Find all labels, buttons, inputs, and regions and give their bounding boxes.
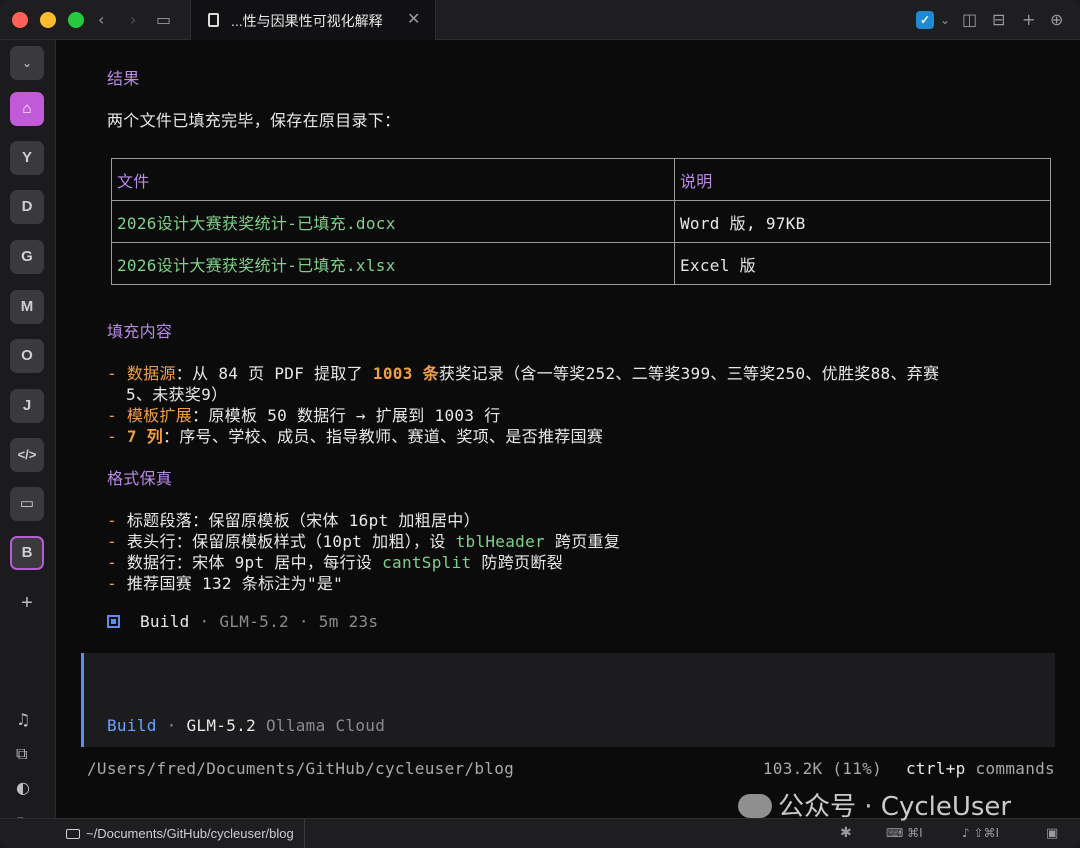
fill-heading: 填充内容 (107, 322, 173, 341)
code-icon[interactable]: </> (10, 438, 44, 472)
working-directory: /Users/fred/Documents/GitHub/cycleuser/b… (87, 759, 515, 778)
separator: · (166, 716, 177, 735)
home-icon[interactable]: ⌂ (10, 92, 44, 126)
folder-icon (66, 829, 80, 839)
separator: · (199, 612, 210, 631)
status-right: 103.2K (11%) ctrl+p commands (763, 759, 1055, 778)
result-text: 两个文件已填充完毕，保存在原目录下： (107, 111, 401, 130)
command-shortcut-label: commands (975, 759, 1055, 778)
chip-icon[interactable]: ▣ (1046, 819, 1058, 848)
bug-icon[interactable]: ✱ (840, 819, 852, 848)
files-table: 文件 说明 2026设计大赛获奖统计-已填充.docx Word 版, 97KB… (111, 158, 1051, 285)
build-summary: Build · GLM-5.2 · 5m 23s (107, 612, 378, 631)
sidebar-item-b[interactable]: B (10, 536, 44, 570)
folder-icon[interactable]: ▭ (10, 487, 44, 521)
token-usage: 103.2K (11%) (762, 759, 883, 778)
tab-title: ...性与因果性可视化解释 (231, 13, 383, 29)
build-duration: 5m 23s (318, 612, 379, 631)
minimize-window-button[interactable] (40, 12, 56, 28)
build-status-icon (107, 615, 120, 628)
file-link[interactable]: 2026设计大赛获奖统计-已填充.xlsx (111, 242, 675, 285)
input-mode-line: Build · GLM-5.2 Ollama Cloud (107, 716, 385, 735)
sidebar-item-d[interactable]: D (10, 190, 44, 224)
table-header-file: 文件 (111, 158, 675, 201)
wechat-icon (738, 794, 772, 818)
globe-icon[interactable]: ⊕ (1050, 10, 1063, 30)
new-tab-icon[interactable]: + (1022, 10, 1035, 30)
close-tab-icon[interactable]: ✕ (407, 9, 420, 29)
title-bar: ‹ › ▭ ...性与因果性可视化解释 ✕ ✓ ⌄ ◫ ⊟ + ⊕ (0, 0, 1080, 40)
input-mode[interactable]: Build (107, 716, 157, 735)
table-header-row: 文件 说明 (111, 158, 1051, 201)
table-header-desc: 说明 (674, 158, 1051, 201)
bullet-text: 推荐国赛 132 条标注为"是" (126, 574, 344, 593)
keyboard-shortcut[interactable]: ⌨ ⌘I (886, 819, 923, 848)
split-horizontal-icon[interactable]: ⊟ (992, 10, 1005, 30)
list-item: - 推荐国赛 132 条标注为"是" (107, 574, 344, 593)
extension-icon[interactable]: ⧉ (16, 744, 27, 764)
input-model[interactable]: GLM-5.2 (186, 716, 256, 735)
chevron-down-icon[interactable]: ⌄ (940, 10, 950, 30)
sidebar-toggle-icon[interactable]: ▭ (156, 10, 171, 30)
mic-shortcut-text: ⇧⌘I (973, 826, 1000, 840)
bell-icon[interactable]: ♫ (16, 710, 30, 729)
forward-icon[interactable]: › (130, 10, 136, 30)
sidebar-item-j[interactable]: J (10, 389, 44, 423)
sidebar-item-y[interactable]: Y (10, 141, 44, 175)
bullet-text: 防跨页断裂 (471, 553, 563, 572)
document-icon (208, 13, 219, 27)
watermark: 公众号 · CycleUser (738, 786, 1011, 823)
list-item: - 7 列：序号、学校、成员、指导教师、赛道、奖项、是否推荐国赛 (107, 427, 604, 446)
prompt-input[interactable]: Build · GLM-5.2 Ollama Cloud (81, 653, 1055, 747)
input-provider: Ollama Cloud (265, 716, 386, 735)
tab-active[interactable]: ...性与因果性可视化解释 ✕ (190, 0, 436, 40)
format-heading: 格式保真 (107, 469, 173, 488)
list-item: - 数据源：从 84 页 PDF 提取了 1003 条获奖记录（含一等奖252、… (107, 364, 940, 383)
watermark-text: 公众号 · CycleUser (778, 792, 1012, 822)
sidebar-item-o[interactable]: O (10, 339, 44, 373)
result-heading: 结果 (107, 69, 140, 88)
record-count: 1003 条 (372, 364, 439, 383)
app-window: ‹ › ▭ ...性与因果性可视化解释 ✕ ✓ ⌄ ◫ ⊟ + ⊕ ⌄ ⌂ Y … (0, 0, 1080, 848)
palette-icon[interactable]: ◐ (16, 778, 30, 797)
collapse-chevron-icon[interactable]: ⌄ (10, 46, 44, 80)
code-span: cantSplit (382, 553, 472, 572)
bullet-key: 7 列 (126, 427, 164, 446)
split-vertical-icon[interactable]: ◫ (962, 10, 977, 30)
mic-shortcut[interactable]: ♪ ⇧⌘I (962, 819, 999, 848)
bullet-text: ：序号、学校、成员、指导教师、赛道、奖项、是否推荐国赛 (163, 427, 604, 446)
table-row: 2026设计大赛获奖统计-已填充.xlsx Excel 版 (111, 242, 1051, 285)
sidebar-item-m[interactable]: M (10, 290, 44, 324)
file-desc: Excel 版 (674, 242, 1051, 285)
chat-content: 结果 两个文件已填充完毕，保存在原目录下： 文件 说明 2026设计大赛获奖统计… (57, 40, 1080, 818)
keyboard-shortcut-text: ⌘I (907, 826, 923, 840)
status-line: /Users/fred/Documents/GitHub/cycleuser/b… (87, 759, 1055, 779)
build-mode: Build (139, 612, 190, 631)
command-shortcut: ctrl+p (905, 759, 966, 778)
vscode-icon[interactable]: ✓ (916, 11, 934, 29)
bottom-path[interactable]: ~/Documents/GitHub/cycleuser/blog (66, 819, 305, 848)
add-workspace-icon[interactable]: + (10, 586, 44, 620)
separator: · (298, 612, 309, 631)
sidebar-item-g[interactable]: G (10, 240, 44, 274)
build-model: GLM-5.2 (219, 612, 289, 631)
bottom-path-text: ~/Documents/GitHub/cycleuser/blog (86, 826, 294, 841)
file-link[interactable]: 2026设计大赛获奖统计-已填充.docx (111, 200, 675, 243)
back-icon[interactable]: ‹ (98, 10, 104, 30)
sidebar: ⌄ ⌂ Y D G M O J </> ▭ B + ♫ ⧉ ◐ ▯ (0, 40, 56, 832)
file-desc: Word 版, 97KB (674, 200, 1051, 243)
table-row: 2026设计大赛获奖统计-已填充.docx Word 版, 97KB (111, 200, 1051, 243)
close-window-button[interactable] (12, 12, 28, 28)
bullet-text: 获奖记录（含一等奖252、二等奖399、三等奖250、优胜奖88、弃赛 (438, 364, 940, 383)
zoom-window-button[interactable] (68, 12, 84, 28)
